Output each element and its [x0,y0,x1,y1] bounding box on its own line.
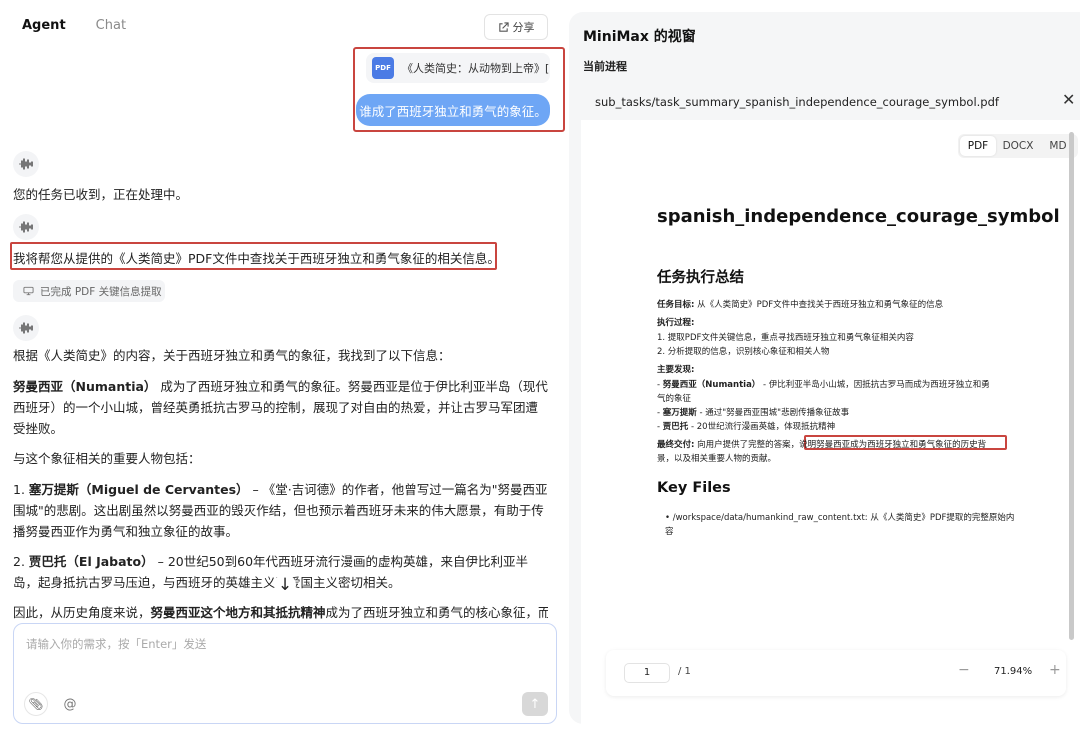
scroll-down-arrow-icon[interactable]: ↓ [274,574,296,596]
doc-text: 向用户提供了完整的答案，说明努曼西亚成为西班牙独立和勇气象征的历史背 [694,440,987,450]
doc-text: - 通过"努曼西亚围城"悲剧传播象征故事 [696,408,850,418]
share-icon [498,21,509,32]
agent-received-message: 您的任务已收到，正在处理中。 [13,187,189,202]
bold-text: 塞万提斯（Miguel de Cervantes） [28,482,249,497]
panel-title: MiniMax 的视窗 [583,29,696,45]
doc-text: - 20世纪流行漫画英雄，体现抵抗精神 [688,422,836,432]
doc-line: - 贾巴托 - 20世纪流行漫画英雄，体现抵抗精神 [657,422,836,432]
minimax-window-panel: MiniMax 的视窗 当前进程 sub_tasks/task_summary_… [569,12,1080,724]
at-mention-icon[interactable]: @ [58,692,82,716]
list-item: • /workspace/data/humankind_raw_content.… [665,513,1015,537]
agent-answer-paragraph: 努曼西亚（Numantia） 成为了西班牙独立和勇气的象征。努曼西亚是位于伊比利… [13,376,548,439]
mode-tabs: Agent Chat [22,18,126,33]
zoom-level: 71.94% [994,666,1033,677]
attached-file-name: 《人类简史：从动物到上帝》[... [402,62,550,75]
pdf-pager: 1 / 1 − 71.94% + [606,650,1066,696]
doc-line: 2. 分析提取的信息，识别核心象征和相关人物 [657,347,830,357]
doc-label: 执行过程: [657,318,695,328]
file-path: sub_tasks/task_summary_spanish_independe… [595,95,999,109]
doc-label: 任务目标: [657,300,695,310]
document-viewer: PDF DOCX MD spanish_independence_courage… [581,120,1080,724]
doc-line: 气的象征 [657,394,692,404]
chat-input-box: 📎︎ @ ↑ [13,623,557,724]
screen-icon [23,286,34,296]
doc-line: 主要发现: [657,363,694,375]
page-total: / 1 [678,666,691,677]
list-number: 1. [13,482,29,497]
scrollbar[interactable] [1069,132,1074,640]
current-process-label: 当前进程 [583,60,627,73]
document-title: spanish_independence_courage_symbol [657,206,1060,227]
zoom-out-icon[interactable]: − [958,662,970,678]
tab-agent[interactable]: Agent [22,18,66,33]
section-heading: Key Files [657,480,731,496]
bold-text: 努曼西亚这个地方和其抵抗精神 [150,605,326,620]
doc-label: 努曼西亚（Numantia） [662,380,761,390]
doc-line: 任务目标: 从《人类简史》PDF文件中查找关于西班牙独立和勇气象征的信息 [657,298,943,310]
agent-answer-paragraph: 与这个象征相关的重要人物包括： [13,451,201,466]
agent-avatar-icon [13,315,39,341]
format-switcher: PDF DOCX MD [958,134,1078,158]
close-icon[interactable]: ✕ [1062,90,1075,109]
list-number: 2. [13,554,29,569]
page-number-input[interactable]: 1 [624,663,670,683]
doc-line: - 塞万提斯 - 通过"努曼西亚围城"悲剧传播象征故事 [657,408,850,418]
bold-text: 努曼西亚（Numantia） [13,379,157,394]
agent-avatar-icon [13,151,39,177]
chat-panel: Agent Chat 分享 PDF 《人类简史：从动物到上帝》[... 谁成了西… [0,0,566,732]
doc-label: 主要发现: [657,365,695,375]
format-tab-docx[interactable]: DOCX [1000,136,1036,156]
attached-file-chip[interactable]: PDF 《人类简史：从动物到上帝》[... [366,53,550,83]
section-heading: 任务执行总结 [657,270,744,286]
paragraph-text: 成为了西班牙独立和勇气的核心象征，而 [325,605,548,620]
doc-line: - 努曼西亚（Numantia） - 伊比利亚半岛小山城，因抵抗古罗马而成为西班… [657,380,990,390]
bold-text: 贾巴托（El Jabato） [28,554,154,569]
doc-text: - 伊比利亚半岛小山城，因抵抗古罗马而成为西班牙独立和勇 [760,380,990,390]
doc-text: 从《人类简史》PDF文件中查找关于西班牙独立和勇气象征的信息 [694,300,944,310]
doc-label: 塞万提斯 [662,408,697,418]
paperclip-icon[interactable]: 📎︎ [24,692,48,716]
tab-chat[interactable]: Chat [96,18,126,33]
pdf-file-icon: PDF [372,57,394,79]
doc-line: 1. 提取PDF文件关键信息，重点寻找西班牙独立和勇气象征相关内容 [657,333,914,343]
paragraph-text: 因此，从历史角度来说， [13,605,151,620]
zoom-in-icon[interactable]: + [1049,662,1061,678]
user-message-bubble: 谁成了西班牙独立和勇气的象征。 [356,94,550,126]
send-button[interactable]: ↑ [522,692,548,716]
chat-input[interactable] [26,636,536,676]
format-tab-pdf[interactable]: PDF [960,136,996,156]
agent-avatar-icon [13,214,39,240]
doc-text: /workspace/data/humankind_raw_content.tx… [665,513,1015,537]
agent-answer-paragraph: 因此，从历史角度来说，努曼西亚这个地方和其抵抗精神成为了西班牙独立和勇气的核心象… [13,602,548,623]
agent-answer-list-item: 1. 塞万提斯（Miguel de Cervantes） – 《堂·吉诃德》的作… [13,479,548,542]
share-button[interactable]: 分享 [484,14,548,40]
doc-label: 最终交付: [657,440,695,450]
share-label: 分享 [512,21,535,34]
doc-line: 景，以及相关重要人物的贡献。 [657,454,777,464]
doc-line: 最终交付: 向用户提供了完整的答案，说明努曼西亚成为西班牙独立和勇气象征的历史背 [657,438,986,450]
agent-answer-intro: 根据《人类简史》的内容，关于西班牙独立和勇气的象征，我找到了以下信息： [13,348,451,363]
status-pill[interactable]: 已完成 PDF 关键信息提取 [13,280,165,302]
agent-plan-message: 我将帮您从提供的《人类简史》PDF文件中查找关于西班牙独立和勇气象征的相关信息。 [13,251,500,266]
doc-line: 执行过程: [657,316,694,328]
doc-label: 贾巴托 [662,422,689,432]
status-text: 已完成 PDF 关键信息提取 [40,285,162,298]
